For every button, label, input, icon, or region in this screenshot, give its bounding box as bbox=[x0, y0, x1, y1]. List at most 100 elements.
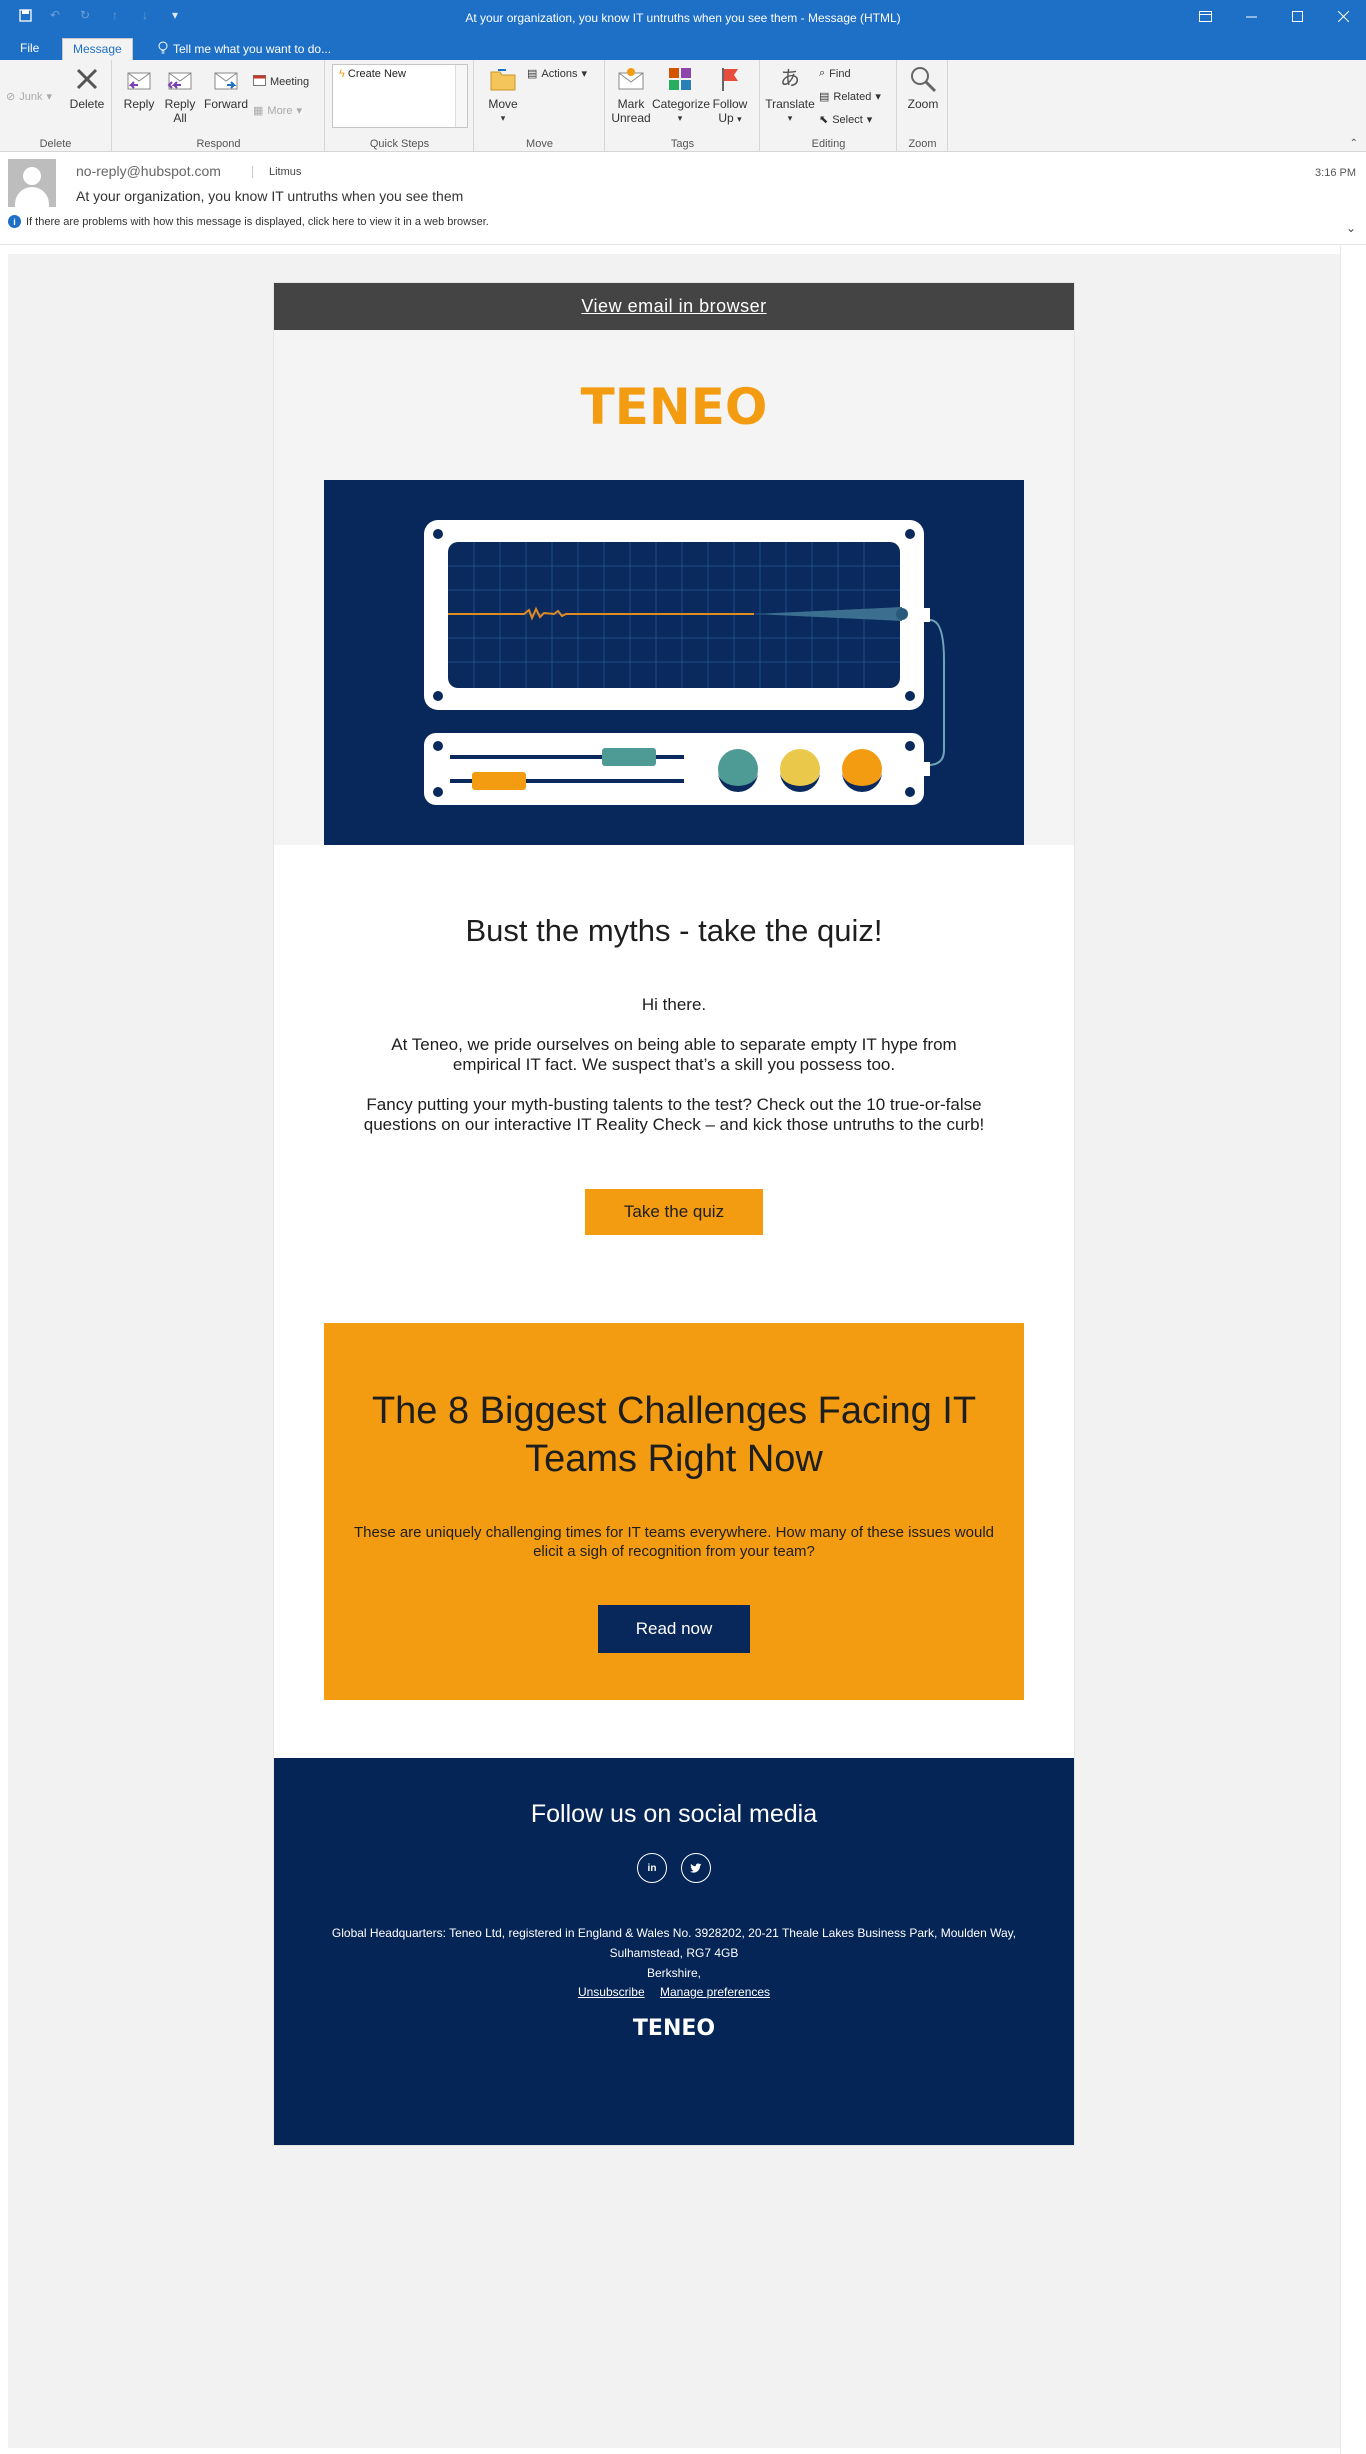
lightbulb-icon bbox=[158, 41, 168, 57]
take-quiz-button[interactable]: Take the quiz bbox=[585, 1189, 763, 1235]
chevron-down-icon: ▾ bbox=[296, 105, 302, 117]
create-new-quick-step[interactable]: Create New bbox=[348, 68, 406, 80]
collapse-ribbon-icon[interactable]: ⌃ bbox=[1350, 138, 1358, 149]
group-delete: ⊘ Junk ▾ Delete Delete bbox=[0, 60, 112, 152]
title-bar: ↶ ↻ ↑ ↓ ▾ At your organization, you know… bbox=[0, 0, 1366, 36]
zoom-button[interactable]: Zoom bbox=[902, 64, 944, 111]
junk-icon: ⊘ bbox=[6, 91, 16, 103]
junk-button[interactable]: ⊘ Junk ▾ bbox=[6, 90, 52, 104]
view-in-browser-link[interactable]: View email in browser bbox=[581, 296, 766, 317]
window-title: At your organization, you know IT untrut… bbox=[465, 11, 901, 25]
svg-text:TENEO: TENEO bbox=[633, 2016, 715, 2039]
forward-label: Forward bbox=[203, 97, 248, 111]
greeting-text: Hi there. bbox=[641, 995, 707, 1014]
maximize-icon[interactable] bbox=[1274, 0, 1320, 32]
quiz-section: Bust the myths - take the quiz! Hi there… bbox=[274, 845, 1074, 1235]
move-button[interactable]: Move ▾ bbox=[483, 64, 523, 125]
more-respond-button[interactable]: ▦ More ▾ bbox=[253, 104, 302, 118]
chevron-down-icon: ▾ bbox=[677, 113, 683, 123]
follow-label-2-row: Up ▾ bbox=[710, 111, 750, 126]
promo-heading: The 8 Biggest Challenges Facing IT Teams… bbox=[371, 1390, 977, 1480]
actions-label: Actions bbox=[541, 67, 578, 80]
tell-me-label: Tell me what you want to do... bbox=[173, 42, 332, 56]
forward-icon bbox=[211, 64, 241, 94]
tab-file[interactable]: File bbox=[10, 38, 49, 60]
related-label: Related bbox=[833, 90, 872, 103]
tell-me-search[interactable]: Tell me what you want to do... bbox=[148, 38, 341, 60]
group-zoom: Zoom Zoom bbox=[898, 60, 948, 152]
reply-all-label-1: Reply bbox=[164, 97, 196, 111]
twitter-icon[interactable] bbox=[681, 1853, 711, 1883]
ribbon-tabs: File Message Tell me what you want to do… bbox=[0, 36, 1366, 60]
group-respond: Reply Reply All Forward Meeting ▦ More ▾ bbox=[113, 60, 325, 152]
group-label-zoom: Zoom bbox=[908, 138, 937, 150]
footer-teneo-logo[interactable]: TENEO bbox=[624, 2013, 724, 2041]
sender-avatar bbox=[8, 159, 56, 207]
group-label-delete: Delete bbox=[39, 138, 72, 150]
intro-paragraph: At Teneo, we pride ourselves on being ab… bbox=[391, 1035, 957, 1074]
follow-up-button[interactable]: Follow Up ▾ bbox=[710, 64, 750, 126]
sender-address[interactable]: no-reply@hubspot.com bbox=[76, 163, 221, 179]
social-links: in bbox=[274, 1853, 1074, 1883]
delete-label: Delete bbox=[69, 97, 105, 111]
group-tags: Mark Unread Categorize ▾ Follow Up ▾ Tag… bbox=[606, 60, 760, 152]
calendar-icon bbox=[253, 74, 266, 89]
more-label: More bbox=[267, 104, 293, 117]
meeting-button[interactable]: Meeting bbox=[253, 74, 309, 89]
meeting-label: Meeting bbox=[270, 75, 310, 88]
find-button[interactable]: ⌕ Find bbox=[819, 67, 851, 80]
junk-label: Junk bbox=[19, 90, 43, 103]
recipient-name[interactable]: Litmus bbox=[252, 166, 301, 178]
chevron-down-icon: ▾ bbox=[875, 91, 881, 103]
vertical-scrollbar[interactable] bbox=[1340, 246, 1366, 2454]
actions-button[interactable]: ▤ Actions ▾ bbox=[527, 67, 587, 81]
reply-all-icon bbox=[165, 64, 195, 94]
expand-header-icon[interactable]: ⌄ bbox=[1346, 221, 1356, 235]
mark-unread-button[interactable]: Mark Unread bbox=[610, 64, 652, 125]
quiz-heading: Bust the myths - take the quiz! bbox=[465, 913, 883, 948]
ribbon-display-options-icon[interactable] bbox=[1182, 0, 1228, 32]
unsubscribe-link[interactable]: Unsubscribe bbox=[578, 1985, 645, 1999]
group-move: Move ▾ ▤ Actions ▾ Move bbox=[475, 60, 605, 152]
group-label-editing: Editing bbox=[811, 138, 846, 150]
manage-preferences-link[interactable]: Manage preferences bbox=[660, 1985, 770, 1999]
translate-label: Translate bbox=[765, 97, 815, 111]
minimize-icon[interactable] bbox=[1228, 0, 1274, 32]
categorize-button[interactable]: Categorize ▾ bbox=[652, 64, 711, 125]
group-label-respond: Respond bbox=[196, 138, 241, 150]
group-label-move: Move bbox=[526, 138, 553, 150]
group-label-quick-steps: Quick Steps bbox=[369, 138, 430, 150]
infobar-text: If there are problems with how this mess… bbox=[26, 215, 489, 228]
delete-button[interactable]: Delete bbox=[66, 64, 108, 111]
related-button[interactable]: ▤ Related ▾ bbox=[819, 90, 881, 104]
teneo-logo[interactable]: TENEO bbox=[577, 380, 771, 430]
magnifier-icon bbox=[908, 64, 938, 94]
display-problem-infobar[interactable]: i If there are problems with how this me… bbox=[8, 215, 489, 228]
translate-button[interactable]: あ Translate ▾ bbox=[765, 64, 815, 125]
reply-button[interactable]: Reply bbox=[121, 64, 157, 111]
gallery-scrollbar[interactable] bbox=[455, 65, 467, 127]
mark-label-1: Mark bbox=[617, 97, 645, 111]
message-subject: At your organization, you know IT untrut… bbox=[76, 188, 464, 204]
hero-wrap bbox=[274, 480, 1074, 845]
delete-icon bbox=[72, 64, 102, 94]
folder-icon bbox=[488, 64, 518, 94]
info-icon: i bbox=[8, 215, 21, 228]
reply-all-label-2: All bbox=[173, 111, 187, 125]
reply-all-button[interactable]: Reply All bbox=[161, 64, 199, 125]
categorize-label: Categorize bbox=[652, 97, 711, 111]
footer-links: Unsubscribe Manage preferences bbox=[274, 1985, 1074, 1999]
close-icon[interactable] bbox=[1320, 0, 1366, 32]
select-label: Select bbox=[832, 113, 863, 126]
translate-icon: あ bbox=[780, 68, 800, 90]
forward-button[interactable]: Forward bbox=[201, 64, 251, 111]
view-in-browser-bar: View email in browser bbox=[274, 283, 1074, 330]
message-header: no-reply@hubspot.com Litmus At your orga… bbox=[0, 153, 1366, 245]
cursor-icon: ⬉ bbox=[819, 114, 829, 126]
quick-steps-gallery[interactable]: ϟ Create New bbox=[332, 64, 468, 128]
tab-message[interactable]: Message bbox=[62, 38, 133, 60]
linkedin-icon[interactable]: in bbox=[637, 1853, 667, 1883]
read-now-button[interactable]: Read now bbox=[598, 1605, 750, 1653]
select-button[interactable]: ⬉ Select ▾ bbox=[819, 113, 872, 127]
email-background: View email in browser TENEO Bust the myt… bbox=[8, 254, 1340, 2448]
